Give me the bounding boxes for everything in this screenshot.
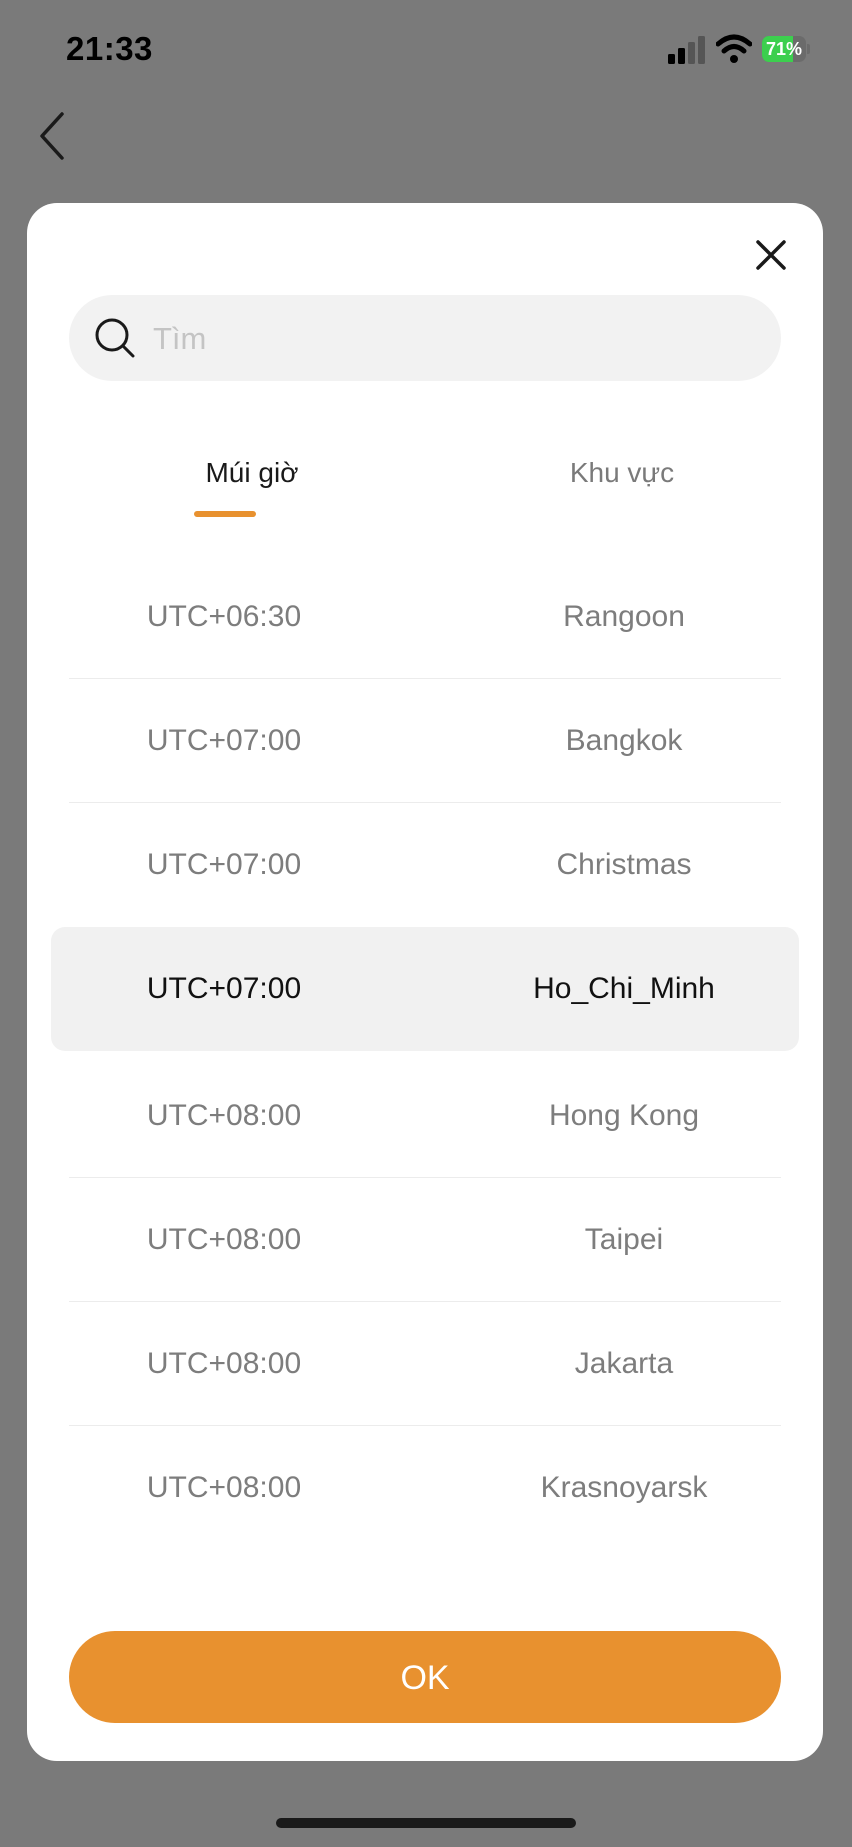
- search-bar[interactable]: [69, 295, 781, 381]
- timezone-city: Rangoon: [563, 600, 685, 633]
- home-indicator: [276, 1818, 576, 1828]
- timezone-row[interactable]: UTC+08:00 Jakarta: [69, 1302, 781, 1426]
- chevron-left-icon: [40, 112, 64, 160]
- timezone-city: Taipei: [584, 1223, 664, 1256]
- timezone-city: Christmas: [556, 848, 692, 881]
- ok-button[interactable]: OK: [69, 1631, 781, 1723]
- tab-timezone-label: Múi giờ: [205, 457, 299, 488]
- timezone-offset: UTC+08:00: [146, 1347, 302, 1380]
- timezone-offset: UTC+07:00: [146, 972, 302, 1005]
- timezone-city: Bangkok: [565, 724, 683, 757]
- status-bar: 21:33 71%: [0, 0, 852, 100]
- timezone-row[interactable]: UTC+08:00 Hong Kong: [69, 1054, 781, 1178]
- timezone-row[interactable]: UTC+06:30 Rangoon: [69, 555, 781, 679]
- timezone-offset: UTC+08:00: [146, 1223, 302, 1256]
- tab-region-label: Khu vực: [569, 457, 675, 488]
- timezone-row-selected[interactable]: UTC+07:00 Ho_Chi_Minh: [51, 927, 799, 1051]
- tab-bar: Múi giờ Khu vực: [27, 443, 823, 523]
- timezone-offset: UTC+07:00: [146, 848, 302, 881]
- timezone-row[interactable]: UTC+08:00 Krasnoyarsk: [69, 1426, 781, 1550]
- timezone-offset: UTC+08:00: [146, 1099, 302, 1132]
- timezone-row[interactable]: UTC+08:00 Taipei: [69, 1178, 781, 1302]
- close-button[interactable]: [747, 231, 795, 279]
- timezone-row[interactable]: UTC+07:00 Bangkok: [69, 679, 781, 803]
- close-icon: [756, 240, 786, 270]
- battery-percent: 71%: [765, 39, 803, 59]
- timezone-row[interactable]: UTC+07:00 Christmas: [69, 803, 781, 927]
- tab-region[interactable]: Khu vực: [492, 443, 752, 523]
- search-input[interactable]: [151, 309, 755, 369]
- wifi-icon: [716, 34, 752, 63]
- search-icon: [95, 318, 135, 358]
- timezone-city: Hong Kong: [548, 1099, 700, 1132]
- battery-icon: 71%: [762, 36, 810, 62]
- timezone-city: Ho_Chi_Minh: [533, 972, 715, 1005]
- active-tab-indicator: [194, 511, 256, 517]
- timezone-city: Krasnoyarsk: [540, 1471, 708, 1504]
- back-button[interactable]: [30, 108, 74, 164]
- timezone-modal: Múi giờ Khu vực UTC+06:30 Rangoon UTC+07:0…: [27, 203, 823, 1761]
- timezone-offset: UTC+06:30: [146, 600, 302, 633]
- timezone-offset: UTC+07:00: [146, 724, 302, 757]
- timezone-offset: UTC+08:00: [146, 1471, 302, 1504]
- status-time: 21:33: [66, 30, 153, 67]
- signal-icon: [668, 36, 705, 64]
- timezone-city: Jakarta: [574, 1347, 674, 1380]
